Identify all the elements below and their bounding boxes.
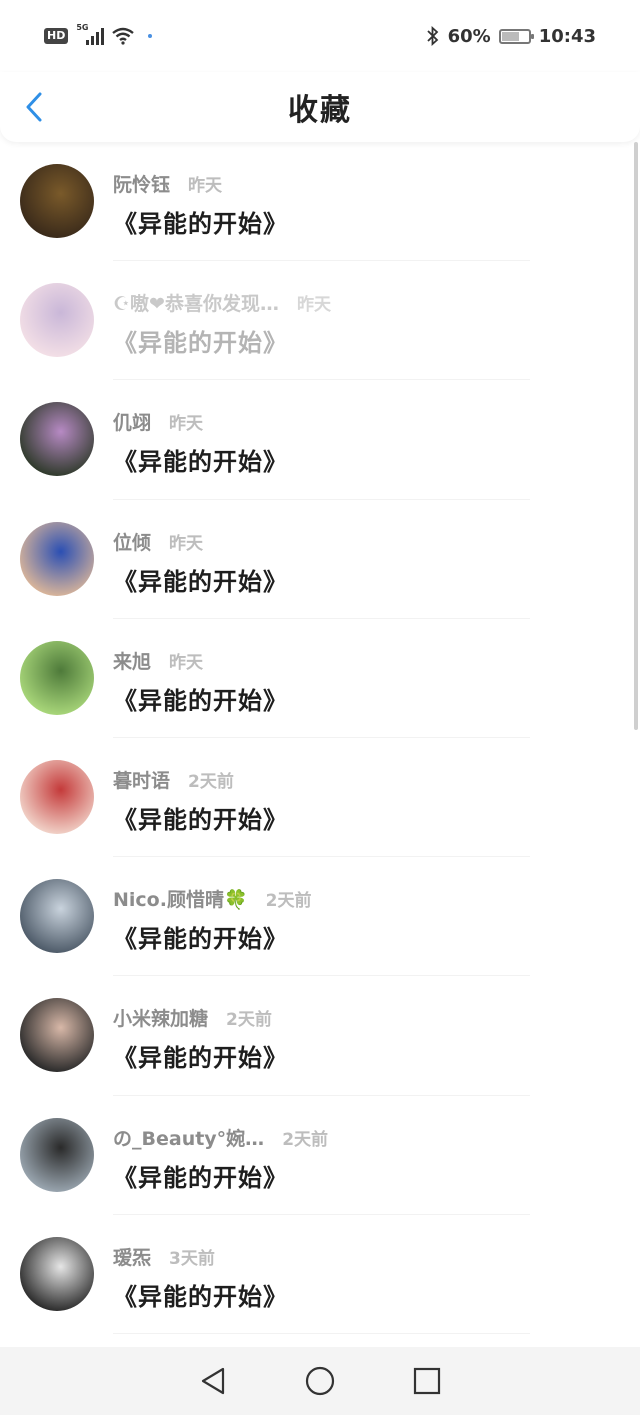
list-item[interactable]: 瑷炁 3天前《异能的开始》 xyxy=(0,1215,640,1334)
list-item[interactable]: 暮时语 2天前《异能的开始》 xyxy=(0,738,640,858)
avatar[interactable] xyxy=(20,1117,94,1192)
user-name[interactable]: 阮怜钰 xyxy=(113,170,170,197)
work-title[interactable]: 《异能的开始》 xyxy=(113,919,288,954)
user-name[interactable]: の_Beauty°婉… xyxy=(113,1124,264,1151)
bluetooth-icon xyxy=(426,26,438,46)
square-recents-icon xyxy=(413,1367,440,1395)
page-title: 收藏 xyxy=(288,93,352,128)
timestamp: 昨天 xyxy=(188,176,223,196)
list-item[interactable]: 仉翊 昨天《异能的开始》 xyxy=(0,380,640,500)
user-name[interactable]: 瑷炁 xyxy=(113,1243,151,1270)
avatar[interactable] xyxy=(20,283,94,358)
work-title[interactable]: 《异能的开始》 xyxy=(113,323,288,358)
nav-recents-button[interactable] xyxy=(412,1366,442,1396)
timestamp: 昨天 xyxy=(169,652,204,673)
item-meta: 小米辣加糖 2天前 xyxy=(113,1004,272,1031)
nav-home-button[interactable] xyxy=(305,1366,335,1396)
wifi-icon xyxy=(112,27,135,45)
user-name[interactable]: 小米辣加糖 xyxy=(113,1004,208,1031)
avatar[interactable] xyxy=(20,1236,94,1311)
avatar[interactable] xyxy=(20,640,94,715)
list-item[interactable]: 位倾 昨天《异能的开始》 xyxy=(0,500,640,619)
header: 收藏 xyxy=(0,72,640,142)
timestamp: 昨天 xyxy=(169,533,204,554)
triangle-back-icon xyxy=(202,1367,225,1395)
work-title[interactable]: 《异能的开始》 xyxy=(113,204,288,239)
battery-icon xyxy=(498,28,534,44)
list-item[interactable]: 阮怜钰 昨天《异能的开始》 xyxy=(0,142,640,262)
back-button[interactable] xyxy=(22,90,46,124)
avatar[interactable] xyxy=(20,402,94,477)
avatar[interactable] xyxy=(20,998,94,1073)
timestamp: 2天前 xyxy=(282,1129,329,1150)
work-title[interactable]: 《异能的开始》 xyxy=(113,1038,288,1073)
item-meta: ☪嗷❤恭喜你发现… 昨天 xyxy=(113,289,331,316)
item-meta: 仉翊 昨天 xyxy=(113,408,203,435)
status-bar: HD 5G 60% 10:43 xyxy=(0,0,640,72)
list-item[interactable]: ☪嗷❤恭喜你发现… 昨天 《异能的开始》 xyxy=(0,261,640,381)
timestamp: 2天前 xyxy=(226,1010,272,1031)
work-title[interactable]: 《异能的开始》 xyxy=(113,442,288,477)
list-item[interactable]: 来旭 昨天《异能的开始》 xyxy=(0,619,640,738)
item-meta: 阮怜钰 昨天 xyxy=(113,170,222,197)
avatar[interactable] xyxy=(20,164,94,238)
clock: 10:43 xyxy=(538,25,596,47)
user-name[interactable]: 暮时语 xyxy=(113,766,170,793)
avatar[interactable] xyxy=(20,879,94,954)
timestamp: 2天前 xyxy=(265,891,312,912)
work-title[interactable]: 《异能的开始》 xyxy=(113,1277,288,1312)
status-right: 60% 10:43 xyxy=(426,26,596,47)
network-type: 5G xyxy=(76,23,89,32)
work-title[interactable]: 《异能的开始》 xyxy=(113,562,288,597)
scrollbar[interactable] xyxy=(634,142,638,730)
list-item[interactable]: Nico.顾惜晴🍀 2天前《异能的开始》 xyxy=(0,857,640,977)
item-meta: 瑷炁 3天前 xyxy=(113,1243,215,1270)
signal-icon: 5G xyxy=(76,23,105,45)
favorites-list[interactable]: 阮怜钰 昨天 《异能的开始》 ☪嗷❤恭喜你发现… 昨天 《异能的开始》 仉翊 昨天 《异能的开始… xyxy=(0,142,640,1347)
timestamp: 昨天 xyxy=(169,414,204,435)
hd-badge: HD xyxy=(44,28,69,44)
circle-home-icon xyxy=(305,1366,335,1396)
timestamp: 3天前 xyxy=(169,1248,215,1269)
list-item[interactable]: の_Beauty°婉… 2天前《异能的开始》 xyxy=(0,1096,640,1215)
work-title[interactable]: 《异能的开始》 xyxy=(113,800,288,835)
work-title[interactable]: 《异能的开始》 xyxy=(113,1158,288,1193)
timestamp: 昨天 xyxy=(296,295,331,316)
status-left: HD 5G xyxy=(44,23,153,45)
divider xyxy=(113,1332,530,1334)
activity-dot xyxy=(148,34,153,38)
nav-back-button[interactable] xyxy=(198,1366,228,1396)
user-name[interactable]: 位倾 xyxy=(113,528,151,555)
system-nav-bar xyxy=(0,1347,640,1415)
avatar[interactable] xyxy=(20,521,94,596)
item-meta: 位倾 昨天 xyxy=(113,528,203,555)
battery-level xyxy=(501,31,519,41)
user-name[interactable]: 仉翊 xyxy=(113,408,151,435)
user-name[interactable]: Nico.顾惜晴🍀 xyxy=(113,885,248,912)
user-name[interactable]: 来旭 xyxy=(113,647,151,674)
timestamp: 2天前 xyxy=(188,771,234,792)
item-meta: Nico.顾惜晴🍀 2天前 xyxy=(113,885,311,912)
list-item[interactable]: 小米辣加糖 2天前《异能的开始》 xyxy=(0,976,640,1096)
battery-percent: 60% xyxy=(447,25,491,47)
work-title[interactable]: 《异能的开始》 xyxy=(113,681,288,716)
item-meta: 暮时语 2天前 xyxy=(113,766,234,793)
user-name[interactable]: ☪嗷❤恭喜你发现… xyxy=(113,289,279,316)
chevron-left-icon xyxy=(26,92,42,122)
avatar[interactable] xyxy=(20,759,94,834)
item-meta: の_Beauty°婉… 2天前 xyxy=(113,1124,328,1151)
item-meta: 来旭 昨天 xyxy=(113,647,203,674)
